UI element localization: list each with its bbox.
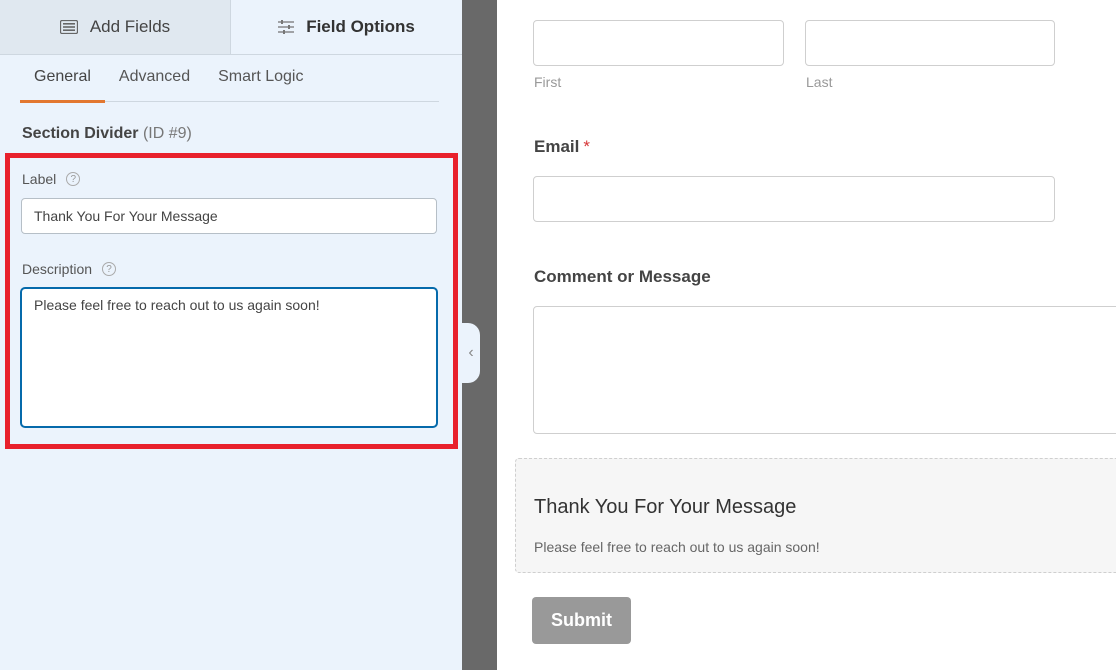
description-option-text: Description	[22, 261, 93, 277]
field-id: (ID #9)	[142, 125, 192, 142]
field-options-panel: Add Fields Field Options General Advance…	[0, 0, 462, 670]
label-option-title: Label ?	[22, 171, 81, 187]
email-label-text: Email	[534, 137, 580, 156]
last-name-sublabel: Last	[806, 74, 833, 90]
sliders-icon	[278, 20, 295, 34]
options-subtabs: General Advanced Smart Logic	[20, 56, 439, 103]
first-name-sublabel: First	[534, 74, 562, 90]
subtab-smart-logic[interactable]: Smart Logic	[204, 56, 317, 102]
panel-tabs: Add Fields Field Options	[0, 0, 462, 55]
section-divider-preview[interactable]: Thank You For Your Message Please feel f…	[515, 458, 1116, 573]
section-divider-title: Thank You For Your Message	[534, 496, 797, 518]
email-input[interactable]	[533, 176, 1055, 222]
form-preview: First Last Email * Comment or Message Tha…	[497, 0, 1116, 670]
field-type-name: Section Divider	[22, 125, 139, 142]
label-option-text: Label	[22, 171, 57, 187]
description-option-title: Description ?	[22, 261, 117, 277]
collapse-panel-button[interactable]: ‹	[462, 323, 480, 383]
subtab-advanced[interactable]: Advanced	[105, 56, 204, 102]
tab-add-fields[interactable]: Add Fields	[0, 0, 231, 54]
chevron-left-icon: ‹	[468, 344, 474, 361]
section-divider-description: Please feel free to reach out to us agai…	[534, 539, 820, 555]
email-label: Email *	[534, 137, 590, 157]
description-textarea[interactable]: Please feel free to reach out to us agai…	[20, 287, 438, 428]
tab-field-options-label: Field Options	[306, 17, 415, 36]
required-marker: *	[583, 137, 590, 156]
label-input[interactable]	[21, 198, 437, 234]
submit-button[interactable]: Submit	[532, 597, 631, 644]
first-name-input[interactable]	[533, 20, 784, 66]
last-name-input[interactable]	[805, 20, 1055, 66]
field-type-heading: Section Divider (ID #9)	[22, 125, 192, 143]
comment-textarea[interactable]	[533, 306, 1116, 434]
tab-add-fields-label: Add Fields	[89, 17, 171, 36]
help-icon[interactable]: ?	[66, 172, 81, 186]
help-icon[interactable]: ?	[102, 262, 117, 276]
tab-field-options[interactable]: Field Options	[231, 0, 462, 54]
list-icon	[59, 20, 78, 34]
comment-label: Comment or Message	[534, 267, 711, 286]
subtab-general[interactable]: General	[20, 56, 105, 103]
